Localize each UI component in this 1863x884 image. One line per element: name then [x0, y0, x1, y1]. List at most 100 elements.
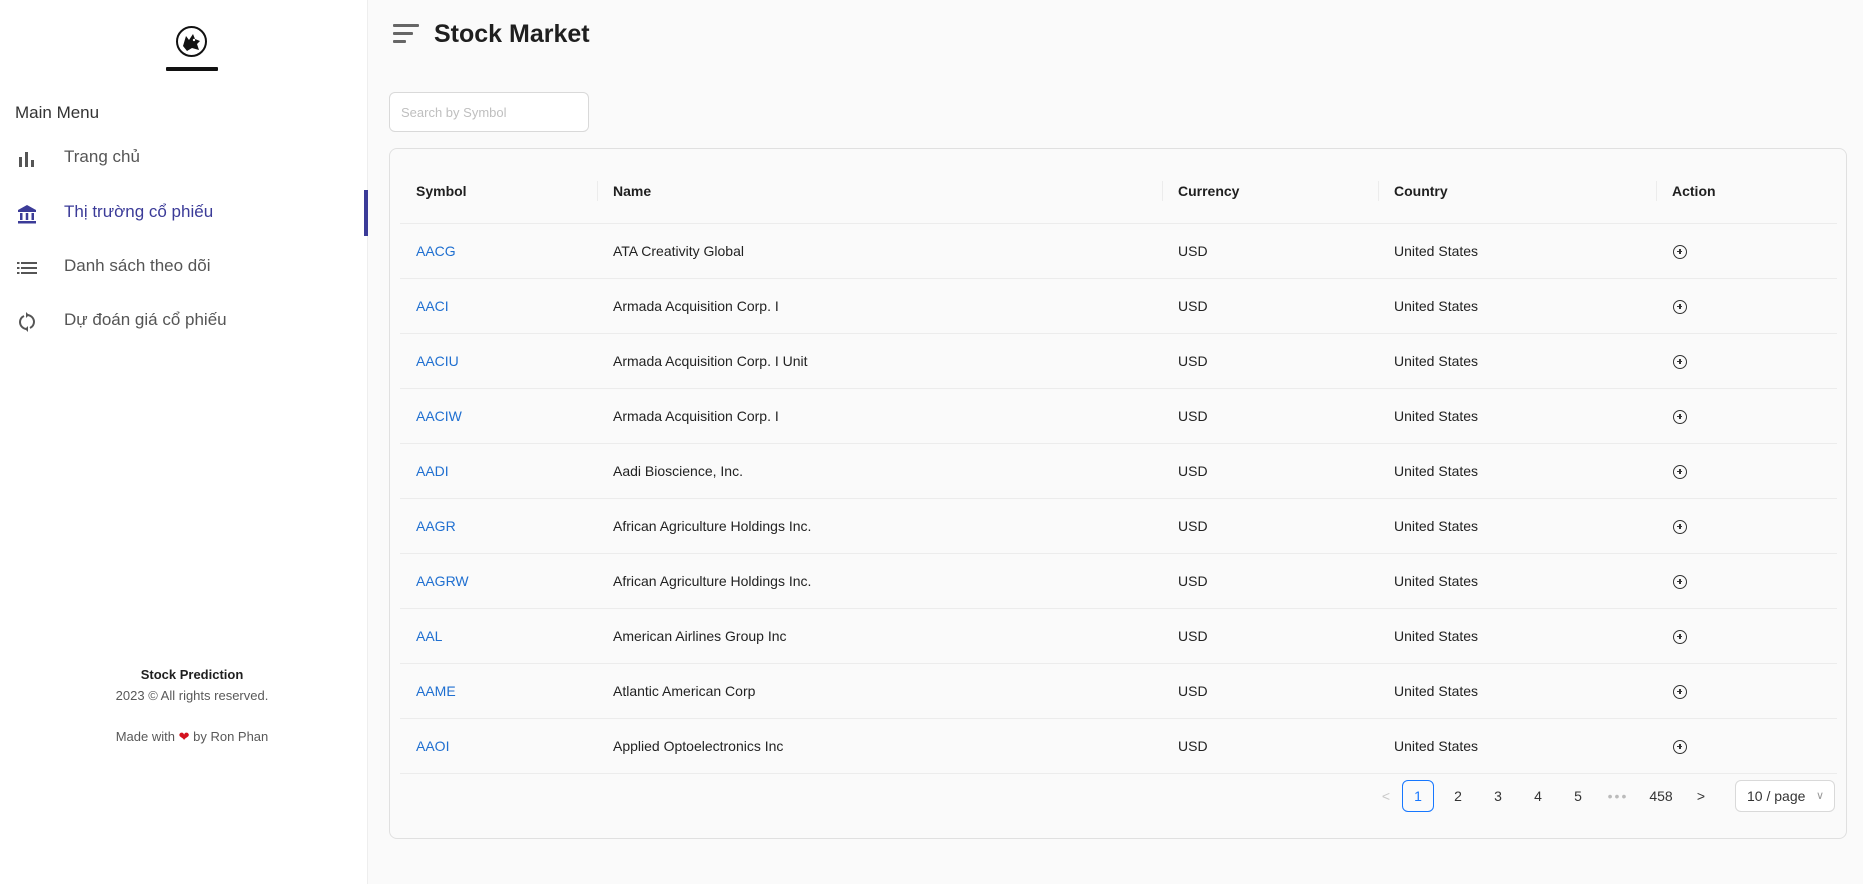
- add-to-watchlist-icon[interactable]: [1673, 684, 1687, 699]
- company-name: American Airlines Group Inc: [597, 608, 1162, 664]
- logo[interactable]: [166, 24, 218, 72]
- country-cell: United States: [1378, 278, 1656, 334]
- pagination-page-last[interactable]: 458: [1643, 780, 1679, 812]
- symbol-link[interactable]: AAL: [400, 608, 597, 664]
- action-cell: [1656, 333, 1837, 389]
- add-to-watchlist-icon[interactable]: [1673, 299, 1687, 314]
- stock-table: Symbol Name Currency Country Action AACG…: [400, 159, 1837, 774]
- column-header-action: Action: [1656, 159, 1837, 224]
- company-name: African Agriculture Holdings Inc.: [597, 498, 1162, 554]
- currency-cell: USD: [1162, 333, 1378, 389]
- pagination-page-2[interactable]: 2: [1442, 780, 1474, 812]
- sidebar-item-stock-market[interactable]: Thị trường cổ phiếu: [0, 190, 368, 236]
- add-to-watchlist-icon[interactable]: [1673, 409, 1687, 424]
- table-row: AAOI Applied Optoelectronics Inc USD United…: [400, 718, 1837, 774]
- table-row: AAME Atlantic American Corp USD United Stat…: [400, 663, 1837, 719]
- table-row: AACIU Armada Acquisition Corp. I Unit USD U…: [400, 333, 1837, 389]
- wolf-logo-icon: [176, 26, 207, 57]
- footer-made-with: Made with ❤ by Ron Phan: [0, 729, 384, 745]
- currency-cell: USD: [1162, 388, 1378, 444]
- country-cell: United States: [1378, 663, 1656, 719]
- sidebar-item-label: Trang chủ: [64, 147, 140, 166]
- symbol-link[interactable]: AADI: [400, 443, 597, 499]
- action-cell: [1656, 223, 1837, 279]
- table-row: AACI Armada Acquisition Corp. I USD United …: [400, 278, 1837, 334]
- pagination-ellipsis[interactable]: •••: [1602, 780, 1634, 812]
- country-cell: United States: [1378, 718, 1656, 774]
- pagination-prev-button[interactable]: <: [1370, 780, 1402, 812]
- action-cell: [1656, 278, 1837, 334]
- company-name: Applied Optoelectronics Inc: [597, 718, 1162, 774]
- country-cell: United States: [1378, 608, 1656, 664]
- country-cell: United States: [1378, 333, 1656, 389]
- company-name: African Agriculture Holdings Inc.: [597, 553, 1162, 609]
- symbol-link[interactable]: AACI: [400, 278, 597, 334]
- company-name: Atlantic American Corp: [597, 663, 1162, 719]
- add-to-watchlist-icon[interactable]: [1673, 354, 1687, 369]
- made-with-prefix: Made with: [115, 729, 175, 744]
- company-name: Armada Acquisition Corp. I: [597, 388, 1162, 444]
- column-header-symbol: Symbol: [400, 159, 597, 224]
- table-row: AACIW Armada Acquisition Corp. I USD United…: [400, 388, 1837, 444]
- sidebar-item-prediction[interactable]: Dự đoán giá cổ phiếu: [0, 298, 368, 344]
- pagination-page-5[interactable]: 5: [1562, 780, 1594, 812]
- add-to-watchlist-icon[interactable]: [1673, 574, 1687, 589]
- symbol-link[interactable]: AACIW: [400, 388, 597, 444]
- table-header-row: Symbol Name Currency Country Action: [400, 159, 1837, 224]
- symbol-link[interactable]: AAME: [400, 663, 597, 719]
- page-size-value: 10 / page: [1747, 788, 1806, 804]
- table-row: AAGRW African Agriculture Holdings Inc. US…: [400, 553, 1837, 609]
- sidebar-item-label: Dự đoán giá cổ phiếu: [64, 310, 227, 329]
- pagination-page-3[interactable]: 3: [1482, 780, 1514, 812]
- symbol-link[interactable]: AACIU: [400, 333, 597, 389]
- currency-cell: USD: [1162, 223, 1378, 279]
- country-cell: United States: [1378, 553, 1656, 609]
- add-to-watchlist-icon[interactable]: [1673, 629, 1687, 644]
- table-row: AACG ATA Creativity Global USD United State…: [400, 223, 1837, 279]
- action-cell: [1656, 663, 1837, 719]
- symbol-link[interactable]: AAOI: [400, 718, 597, 774]
- company-name: ATA Creativity Global: [597, 223, 1162, 279]
- column-header-currency: Currency: [1162, 159, 1378, 224]
- footer-title: Stock Prediction: [140, 667, 244, 682]
- stock-table-card: Symbol Name Currency Country Action AACG…: [389, 148, 1847, 839]
- menu-toggle-icon[interactable]: [393, 24, 421, 44]
- add-to-watchlist-icon[interactable]: [1673, 464, 1687, 479]
- country-cell: United States: [1378, 498, 1656, 554]
- page-size-select[interactable]: 10 / page ∨: [1735, 780, 1835, 812]
- sidebar: Main Menu Trang chủ Thị trường cổ phiếu: [0, 0, 368, 884]
- currency-cell: USD: [1162, 553, 1378, 609]
- sidebar-item-home[interactable]: Trang chủ: [0, 135, 368, 181]
- sidebar-item-watchlist[interactable]: Danh sách theo dõi: [0, 244, 368, 290]
- country-cell: United States: [1378, 443, 1656, 499]
- heart-icon: ❤: [178, 729, 190, 744]
- currency-cell: USD: [1162, 718, 1378, 774]
- search-input[interactable]: [389, 92, 589, 132]
- symbol-link[interactable]: AAGRW: [400, 553, 597, 609]
- footer-copyright: 2023 © All rights reserved.: [115, 688, 269, 703]
- bar-chart-icon: [16, 148, 38, 170]
- sidebar-item-label: Danh sách theo dõi: [64, 256, 211, 275]
- currency-cell: USD: [1162, 278, 1378, 334]
- currency-cell: USD: [1162, 608, 1378, 664]
- bank-icon: [16, 203, 38, 225]
- column-header-name: Name: [597, 159, 1162, 224]
- column-header-country: Country: [1378, 159, 1656, 224]
- pagination-page-4[interactable]: 4: [1522, 780, 1554, 812]
- made-with-suffix: by Ron Phan: [193, 729, 269, 744]
- symbol-link[interactable]: AAGR: [400, 498, 597, 554]
- pagination-page-1[interactable]: 1: [1402, 780, 1434, 812]
- sync-icon: [16, 311, 38, 333]
- action-cell: [1656, 443, 1837, 499]
- add-to-watchlist-icon[interactable]: [1673, 519, 1687, 534]
- pagination-next-button[interactable]: >: [1685, 780, 1717, 812]
- company-name: Aadi Bioscience, Inc.: [597, 443, 1162, 499]
- action-cell: [1656, 498, 1837, 554]
- symbol-link[interactable]: AACG: [400, 223, 597, 279]
- company-name: Armada Acquisition Corp. I Unit: [597, 333, 1162, 389]
- currency-cell: USD: [1162, 663, 1378, 719]
- currency-cell: USD: [1162, 498, 1378, 554]
- action-cell: [1656, 718, 1837, 774]
- add-to-watchlist-icon[interactable]: [1673, 244, 1687, 259]
- add-to-watchlist-icon[interactable]: [1673, 739, 1687, 754]
